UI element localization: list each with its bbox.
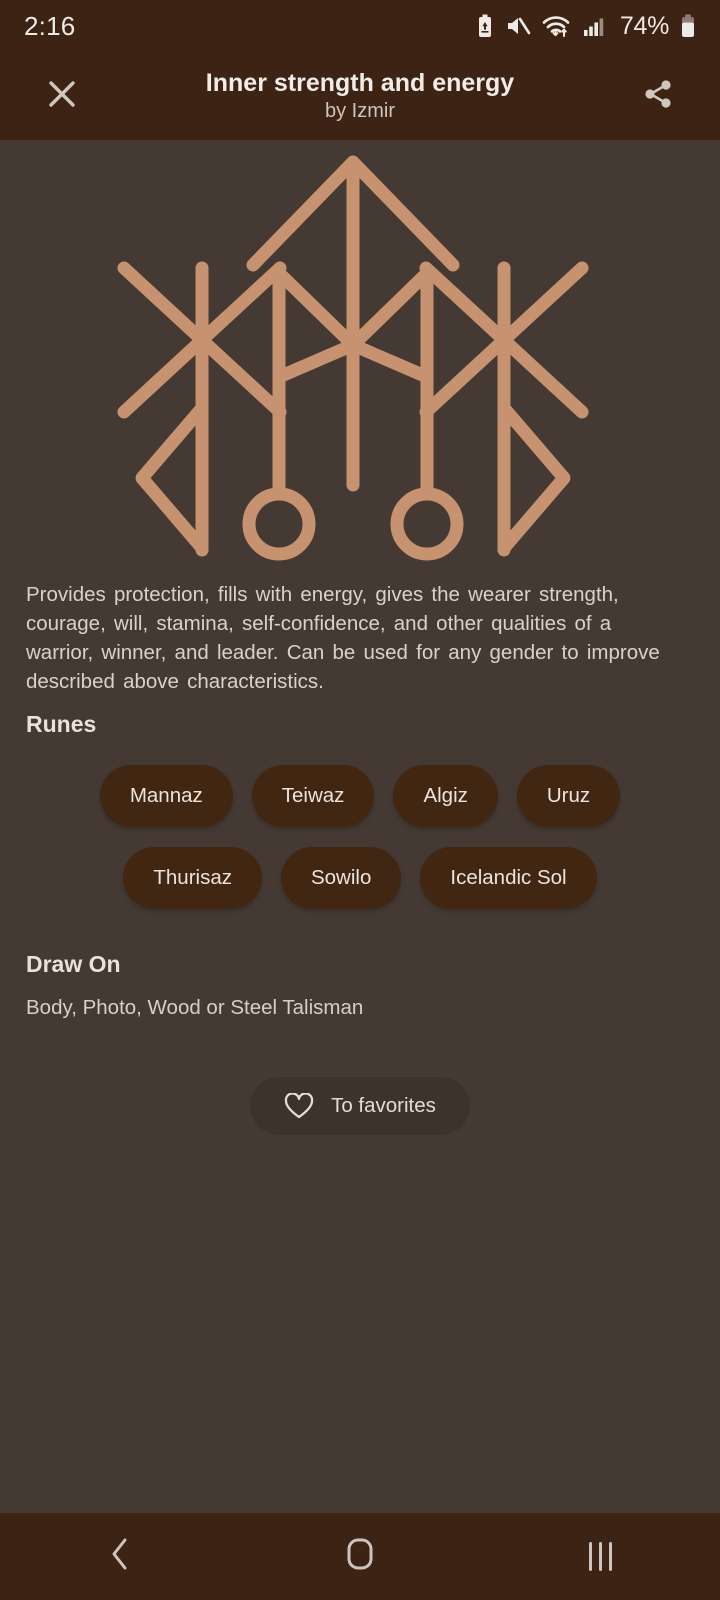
close-icon [45, 77, 79, 116]
favorites-button-wrap: To favorites [0, 1077, 720, 1135]
rune-chip[interactable]: Teiwaz [251, 765, 375, 827]
rune-chip[interactable]: Sowilo [280, 847, 402, 909]
signal-icon [583, 14, 607, 38]
heart-icon [284, 1092, 314, 1120]
share-icon [641, 77, 675, 116]
nav-recents-button[interactable] [540, 1513, 660, 1600]
battery-saver-icon [476, 14, 494, 38]
page-title: Inner strength and energy [205, 69, 515, 98]
draw-on-text: Body, Photo, Wood or Steel Talisman [26, 996, 364, 1019]
status-icons: 74% [476, 12, 696, 41]
nav-home-button[interactable] [300, 1513, 420, 1600]
runes-chip-row: Mannaz Teiwaz Algiz Uruz [60, 765, 660, 827]
rune-chip[interactable]: Algiz [393, 765, 498, 827]
draw-on-section-title: Draw On [26, 951, 121, 977]
app-bar: Inner strength and energy by Izmir [0, 52, 720, 140]
rune-chip[interactable]: Uruz [516, 765, 621, 827]
recents-icon [588, 1542, 612, 1571]
page-author: by Izmir [325, 100, 395, 123]
runes-chip-group: Mannaz Teiwaz Algiz Uruz Thurisaz Sowilo… [60, 765, 660, 929]
mute-icon [505, 14, 531, 38]
rune-chip[interactable]: Icelandic Sol [420, 847, 597, 909]
nav-back-button[interactable] [60, 1513, 180, 1600]
app-bar-titles: Inner strength and energy by Izmir [90, 69, 630, 122]
wifi-icon [542, 14, 572, 38]
runes-section-title: Runes [26, 711, 97, 737]
runes-chip-row: Thurisaz Sowilo Icelandic Sol [60, 847, 660, 909]
bind-rune-symbol [117, 155, 589, 561]
rune-chip[interactable]: Thurisaz [123, 847, 262, 909]
to-favorites-button[interactable]: To favorites [250, 1077, 470, 1135]
back-icon [107, 1534, 133, 1579]
battery-percent-label: 74% [619, 11, 669, 40]
android-nav-bar [0, 1513, 720, 1600]
home-icon [344, 1535, 376, 1578]
close-button[interactable] [34, 68, 90, 124]
bind-rune-artwork [0, 140, 720, 570]
app-root: 2:16 74% Inner strength and energy by Iz… [0, 0, 720, 1600]
to-favorites-label: To favorites [331, 1094, 436, 1117]
rune-chip[interactable]: Mannaz [99, 765, 233, 827]
description-text: Provides protection, fills with energy, … [26, 583, 660, 694]
share-button[interactable] [630, 68, 686, 124]
status-time: 2:16 [24, 10, 76, 41]
status-bar: 2:16 74% [0, 0, 720, 52]
battery-icon [680, 14, 696, 38]
